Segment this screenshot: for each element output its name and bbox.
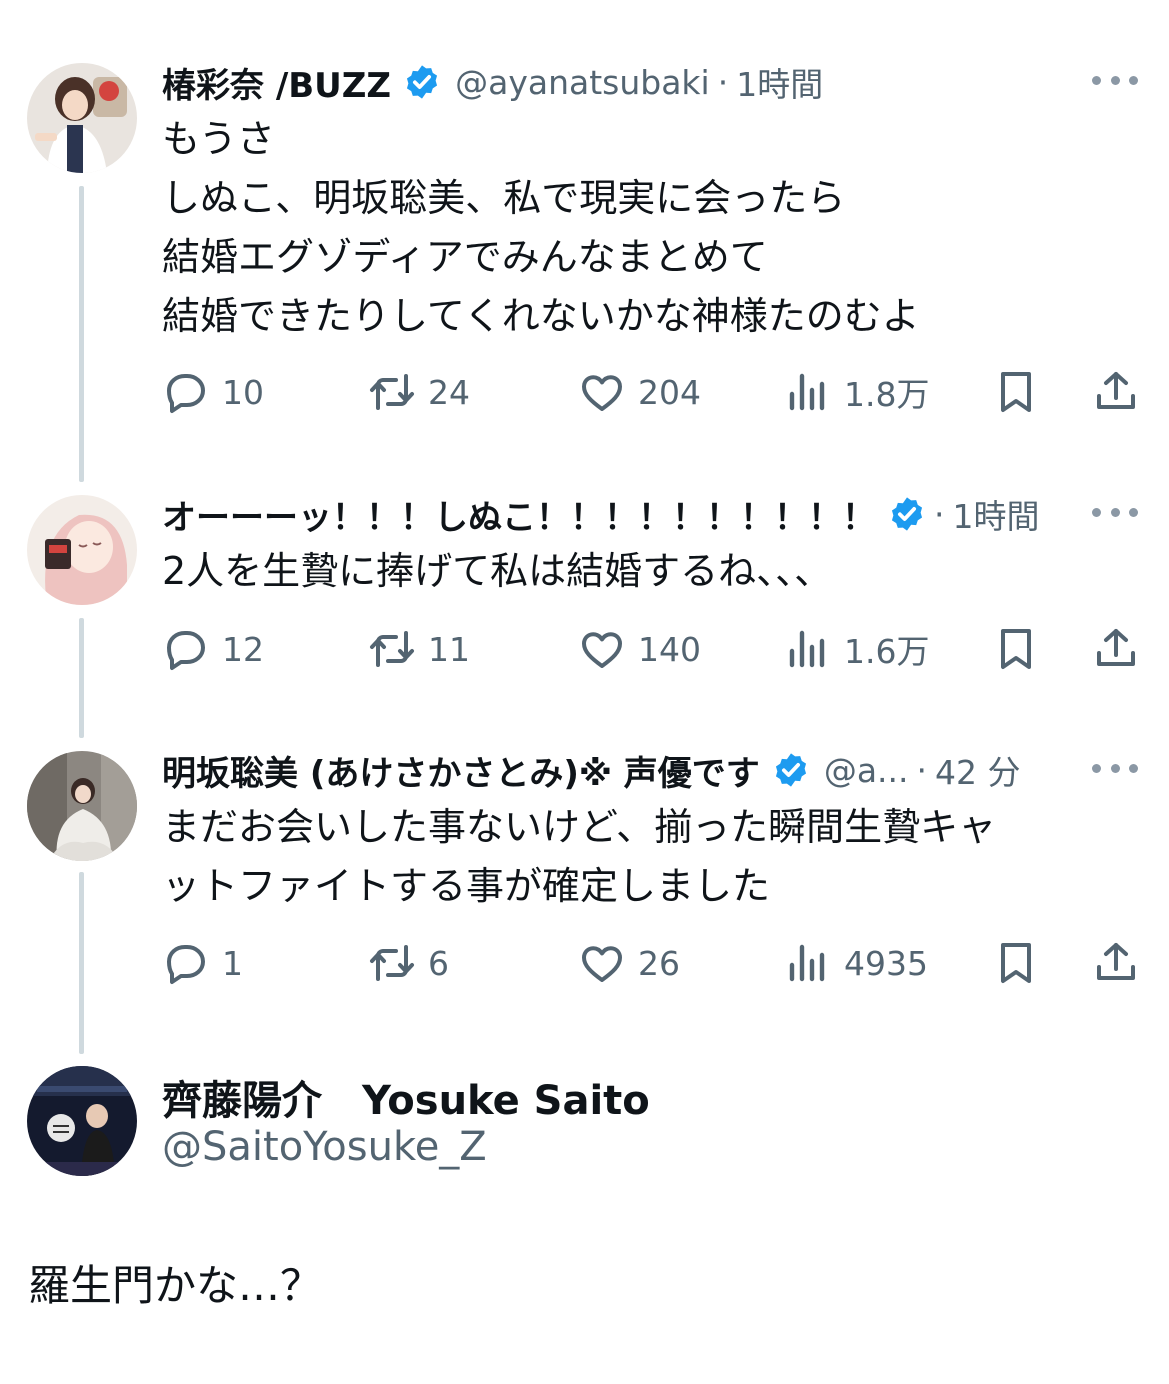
bookmark-button[interactable] <box>992 368 1040 416</box>
retweet-arrows-icon <box>368 625 416 673</box>
verified-badge-icon <box>772 751 810 789</box>
retweet-button[interactable]: 24 <box>368 368 470 416</box>
retweet-arrows-icon <box>368 939 416 987</box>
tweet-text-line: 結婚エグゾディアでみんなまとめて <box>162 235 768 279</box>
share-button[interactable] <box>1092 368 1140 416</box>
separator-dot: · <box>916 750 928 790</box>
heart-icon <box>578 368 626 416</box>
tweet-text-line: もうさ <box>162 117 275 161</box>
bookmark-icon <box>992 625 1040 673</box>
share-upload-icon <box>1092 625 1140 673</box>
reply-count: 12 <box>222 629 264 669</box>
reply-bubble-icon <box>162 368 210 416</box>
timestamp[interactable]: 1時間 <box>736 58 823 106</box>
retweet-button[interactable]: 11 <box>368 625 470 673</box>
heart-icon <box>578 625 626 673</box>
views-button[interactable]: 1.8万 <box>784 368 929 416</box>
tweet-text-line: しぬこ、明坂聡美、私で現実に会ったら <box>162 176 846 220</box>
bookmark-icon <box>992 939 1040 987</box>
bookmark-icon <box>992 368 1040 416</box>
timestamp[interactable]: 1時間 <box>953 490 1040 538</box>
like-button[interactable]: 140 <box>578 625 701 673</box>
reply-button[interactable]: 12 <box>162 625 264 673</box>
views-button[interactable]: 4935 <box>784 939 928 987</box>
share-button[interactable] <box>1092 625 1140 673</box>
bookmark-button[interactable] <box>992 939 1040 987</box>
user-handle[interactable]: @ayanatsubaki <box>455 63 710 102</box>
avatar[interactable] <box>27 495 137 605</box>
tweet-text: もうさ しぬこ、明坂聡美、私で現実に会ったら 結婚エグゾディアでみんなまとめて … <box>162 110 1122 346</box>
retweet-count: 6 <box>428 943 449 983</box>
more-dots-icon[interactable] <box>1092 764 1138 776</box>
views-bars-icon <box>784 939 832 987</box>
reply-button[interactable]: 1 <box>162 939 243 987</box>
more-dots-icon[interactable] <box>1092 76 1138 88</box>
share-button[interactable] <box>1092 939 1140 987</box>
views-bars-icon <box>784 368 832 416</box>
retweet-button[interactable]: 6 <box>368 939 449 987</box>
views-count: 1.8万 <box>844 375 930 414</box>
author-display-name[interactable]: 齊藤陽介 Yosuke Saito <box>162 1068 650 1126</box>
verified-badge-icon <box>888 495 926 533</box>
reply-button[interactable]: 10 <box>162 368 264 416</box>
verified-badge-icon <box>403 63 441 101</box>
author-handle[interactable]: @SaitoYosuke_Z <box>162 1124 487 1170</box>
more-dots-icon[interactable] <box>1092 508 1138 520</box>
avatar[interactable] <box>27 751 137 861</box>
tweet-text-line: まだお会いした事ないけど、揃った瞬間生贄キャ <box>162 805 997 849</box>
reply-bubble-icon <box>162 625 210 673</box>
tweet-header: 明坂聡美 (あけさかさとみ)※ 声優です @a... · 42 分 <box>162 744 1021 796</box>
views-bars-icon <box>784 625 832 673</box>
display-name[interactable]: 明坂聡美 (あけさかさとみ)※ 声優です <box>162 746 760 795</box>
tweet-text-line: 結婚できたりしてくれないかな神様たのむよ <box>162 294 920 338</box>
separator-dot: · <box>717 62 729 102</box>
views-button[interactable]: 1.6万 <box>784 625 929 673</box>
avatar[interactable] <box>27 1066 137 1176</box>
like-count: 140 <box>638 629 701 669</box>
tweet-text: 2人を生贄に捧げて私は結婚するね、、、 <box>162 542 1122 601</box>
like-button[interactable]: 204 <box>578 368 701 416</box>
thread-line <box>79 186 84 482</box>
bookmark-button[interactable] <box>992 625 1040 673</box>
like-button[interactable]: 26 <box>578 939 680 987</box>
like-count: 26 <box>638 943 680 983</box>
reply-count: 10 <box>222 372 264 412</box>
share-upload-icon <box>1092 368 1140 416</box>
reply-count: 1 <box>222 943 243 983</box>
separator-dot: · <box>934 494 945 534</box>
heart-icon <box>578 939 626 987</box>
reply-bubble-icon <box>162 939 210 987</box>
tweet-header: 椿彩奈 /BUZZ @ayanatsubaki · 1時間 <box>162 56 823 108</box>
views-count: 4935 <box>844 943 928 983</box>
tweet-text-line: 2人を生贄に捧げて私は結婚するね、、、 <box>162 549 833 593</box>
thread-line <box>79 618 84 738</box>
post-text: 羅生門かな…？ <box>28 1261 323 1310</box>
user-handle[interactable]: @a... <box>824 751 909 790</box>
display-name[interactable]: 椿彩奈 /BUZZ <box>162 58 391 107</box>
timestamp[interactable]: 42 分 <box>935 746 1020 794</box>
share-upload-icon <box>1092 939 1140 987</box>
views-count: 1.6万 <box>844 632 930 671</box>
thread-line <box>79 872 84 1054</box>
like-count: 204 <box>638 372 701 412</box>
tweet-header: オーーーッ！！！しぬこ！！！！！！！！！！ · 1時間 <box>162 488 1040 540</box>
display-name[interactable]: オーーーッ！！！しぬこ！！！！！！！！！！ <box>162 490 876 539</box>
tweet-text-line: ットファイトする事が確定しました <box>162 864 771 908</box>
avatar[interactable] <box>27 63 137 173</box>
retweet-arrows-icon <box>368 368 416 416</box>
retweet-count: 11 <box>428 629 470 669</box>
retweet-count: 24 <box>428 372 470 412</box>
tweet-text: まだお会いした事ないけど、揃った瞬間生贄キャ ットファイトする事が確定しました <box>162 798 1122 916</box>
